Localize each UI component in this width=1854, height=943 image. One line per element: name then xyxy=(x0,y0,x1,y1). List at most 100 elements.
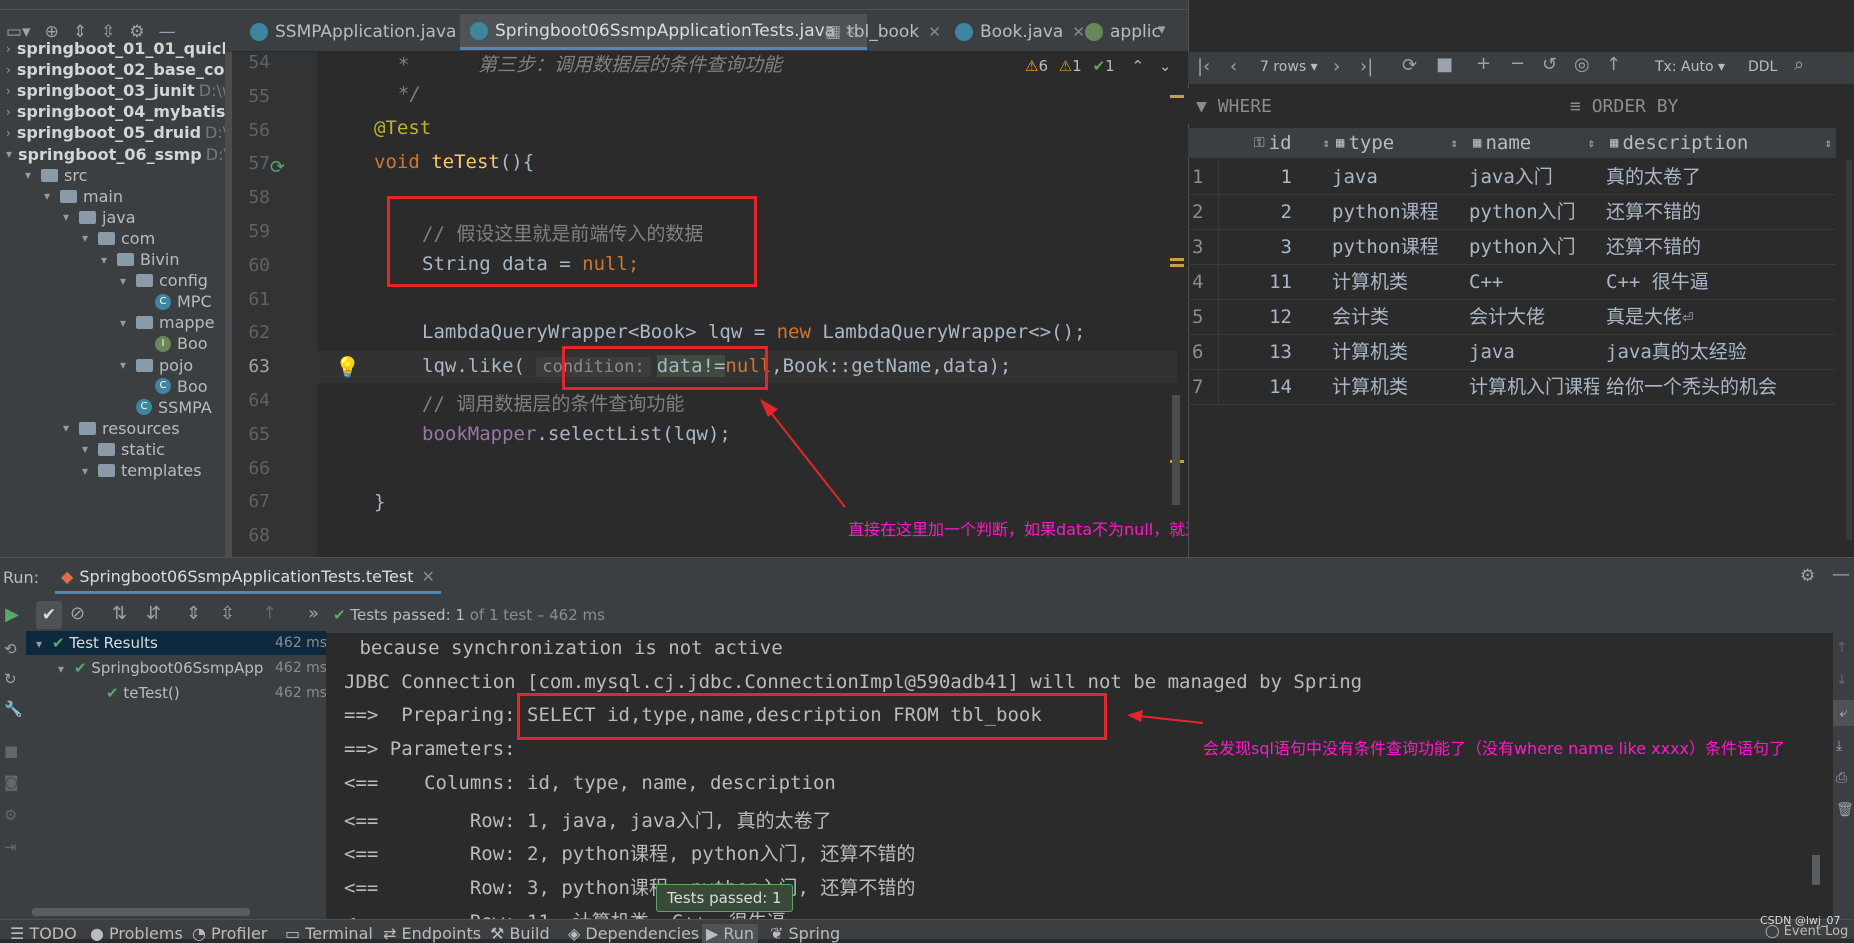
toggle-auto-test-icon[interactable]: ↻ xyxy=(4,670,17,688)
code-editor[interactable] xyxy=(317,52,1177,557)
cell-name[interactable]: 计算机入门课程 xyxy=(1469,370,1599,405)
cell-name[interactable]: java xyxy=(1469,335,1599,370)
col-header-description[interactable]: ▦ description ⇕ xyxy=(1606,128,1832,158)
test-node-results[interactable]: ▾ ✔ Test Results xyxy=(36,634,158,652)
toolwindow-button[interactable]: ⇄ Endpoints xyxy=(383,924,481,943)
rerun-failed-icon[interactable]: ⟲ xyxy=(4,640,17,658)
close-icon[interactable]: ✕ xyxy=(928,23,941,41)
cell-description[interactable]: 真的太卷了 xyxy=(1606,160,1836,195)
hide-icon[interactable]: — xyxy=(1832,564,1850,585)
chevron-down-icon[interactable]: ▾ xyxy=(6,147,12,161)
cell-type[interactable]: python课程 xyxy=(1332,195,1462,230)
sort-icon[interactable]: ⇕ xyxy=(1451,136,1458,150)
stop-icon[interactable]: ■ xyxy=(4,742,18,760)
refresh-icon[interactable]: ⟳ xyxy=(1402,55,1417,76)
tab-ssmp-application[interactable]: SSMPApplication.java✕ xyxy=(240,14,488,50)
exit-icon[interactable]: ⇥ xyxy=(4,838,17,856)
soft-wrap-icon[interactable]: ⤶ xyxy=(1833,700,1854,726)
tab-tbl-book[interactable]: ▦ tbl_book ✕ xyxy=(815,14,951,50)
tree-node[interactable]: ▾ templates xyxy=(82,458,225,483)
cell-type[interactable]: 计算机类 xyxy=(1332,335,1462,370)
camera-icon[interactable]: ◙ xyxy=(4,773,19,791)
compare-icon[interactable]: ◎ xyxy=(1574,54,1590,75)
rerun-icon[interactable]: ▶ xyxy=(0,600,24,630)
col-header-name[interactable]: ▦ name ⇕ xyxy=(1469,128,1595,158)
cell-name[interactable]: java入门 xyxy=(1469,160,1599,195)
sort-icon[interactable]: ⇕ xyxy=(1323,136,1330,150)
db-scrollbar[interactable] xyxy=(1846,160,1852,540)
dump-threads-icon[interactable]: ⚙ xyxy=(4,806,17,824)
cell-id[interactable]: 13 xyxy=(1224,335,1292,370)
cell-description[interactable]: C++ 很牛逼 xyxy=(1606,265,1836,300)
cell-id[interactable]: 11 xyxy=(1224,265,1292,300)
chevron-down-icon[interactable]: ▾ xyxy=(120,274,136,288)
chevron-down-icon[interactable]: ▾ xyxy=(82,231,98,245)
cell-id[interactable]: 3 xyxy=(1224,230,1292,265)
prev-failed-icon[interactable]: ↑ xyxy=(262,603,277,624)
search-icon[interactable]: ⌕ xyxy=(1794,54,1804,75)
orderby-filter[interactable]: ≡ ORDER BY xyxy=(1570,96,1678,117)
cell-id[interactable]: 2 xyxy=(1224,195,1292,230)
chevron-down-icon[interactable]: ▾ xyxy=(120,316,136,330)
inspection-widget[interactable]: ⚠6 ⚠1 ✔1 ⌃ ⌄ xyxy=(1025,57,1171,75)
sort-icon[interactable]: ⇕ xyxy=(1588,136,1595,150)
cell-id[interactable]: 14 xyxy=(1224,370,1292,405)
cell-description[interactable]: 真是大佬⏎ xyxy=(1606,300,1836,335)
down-icon[interactable]: ↓ xyxy=(1836,672,1848,688)
more-icon[interactable]: » xyxy=(308,603,319,624)
cell-id[interactable]: 12 xyxy=(1224,300,1292,335)
cell-name[interactable]: python入门 xyxy=(1469,195,1599,230)
toolwindow-button[interactable]: ⚒ Build xyxy=(490,924,550,943)
ddl-button[interactable]: DDL xyxy=(1748,59,1777,75)
show-passed-icon[interactable]: ✔ xyxy=(36,601,62,629)
run-config-tab[interactable]: ◆ Springboot06SsmpApplicationTests.teTest… xyxy=(55,562,441,594)
run-test-icon[interactable]: ⟳ xyxy=(270,157,290,178)
toolwindow-button[interactable]: ▶ Run xyxy=(702,924,759,943)
rows-selector[interactable]: 7 rows ▾ xyxy=(1260,59,1318,75)
cell-id[interactable]: 1 xyxy=(1224,160,1292,195)
tab-application[interactable]: applic xyxy=(1075,14,1171,50)
chevron-right-icon[interactable]: › xyxy=(6,126,11,140)
expand-all-icon[interactable]: ⇕ xyxy=(186,603,201,624)
table-row[interactable]: 5 12 会计类 会计大佬 真是大佬⏎ xyxy=(1188,300,1836,335)
tab-tests-java[interactable]: Springboot06SsmpApplicationTests.java ✕ xyxy=(460,14,867,50)
cell-type[interactable]: python课程 xyxy=(1332,230,1462,265)
add-row-icon[interactable]: + xyxy=(1476,53,1491,74)
last-page-icon[interactable]: ›| xyxy=(1360,56,1373,77)
scroll-to-end-icon[interactable]: ⤓ xyxy=(1836,738,1842,754)
revert-icon[interactable]: ↺ xyxy=(1542,54,1557,75)
tx-mode-selector[interactable]: Tx: Auto ▾ xyxy=(1655,59,1725,75)
table-row[interactable]: 6 13 计算机类 java java真的太经验 xyxy=(1188,335,1836,370)
toolwindow-button[interactable]: ☰ TODO xyxy=(10,924,77,943)
chevron-down-icon[interactable]: ▾ xyxy=(101,253,117,267)
chevron-down-icon[interactable]: ▾ xyxy=(25,168,41,182)
wrench-icon[interactable]: 🔧 xyxy=(4,700,23,718)
console-scrollbar[interactable] xyxy=(1812,855,1820,885)
event-log-button[interactable]: ◯ Event Log xyxy=(1765,924,1848,939)
first-page-icon[interactable]: |‹ xyxy=(1197,56,1210,77)
next-highlight-icon[interactable]: ⌄ xyxy=(1159,57,1172,75)
cell-description[interactable]: 还算不错的 xyxy=(1606,230,1836,265)
sort-alpha-icon[interactable]: ⇅ xyxy=(112,603,127,624)
submit-icon[interactable]: ↑ xyxy=(1606,54,1621,75)
test-node-class[interactable]: ▾ ✔ Springboot06SsmpApp xyxy=(58,659,273,677)
lightbulb-icon[interactable]: 💡 xyxy=(335,355,360,379)
stop-icon[interactable]: ■ xyxy=(1436,54,1453,75)
sort-duration-icon[interactable]: ⇵ xyxy=(146,603,161,624)
trash-icon[interactable]: 🗑 xyxy=(1836,802,1854,818)
cell-type[interactable]: 计算机类 xyxy=(1332,370,1462,405)
cell-type[interactable]: 计算机类 xyxy=(1332,265,1462,300)
close-icon[interactable]: ✕ xyxy=(422,567,435,586)
table-row[interactable]: 3 3 python课程 python入门 还算不错的 xyxy=(1188,230,1836,265)
chevron-down-icon[interactable]: ▾ xyxy=(82,464,98,478)
cell-name[interactable]: C++ xyxy=(1469,265,1599,300)
chevron-right-icon[interactable]: › xyxy=(6,105,11,119)
table-row[interactable]: 2 2 python课程 python入门 还算不错的 xyxy=(1188,195,1836,230)
cell-description[interactable]: java真的太经验 xyxy=(1606,335,1836,370)
toolwindow-button[interactable]: ▭ Terminal xyxy=(285,924,373,943)
toolwindow-button[interactable]: ❦ Spring xyxy=(770,924,840,943)
cell-description[interactable]: 还算不错的 xyxy=(1606,195,1836,230)
table-row[interactable]: 7 14 计算机类 计算机入门课程 给你一个秃头的机会 xyxy=(1188,370,1836,405)
sort-icon[interactable]: ⇕ xyxy=(1825,136,1832,150)
chevron-down-icon[interactable]: ▾ xyxy=(63,421,79,435)
